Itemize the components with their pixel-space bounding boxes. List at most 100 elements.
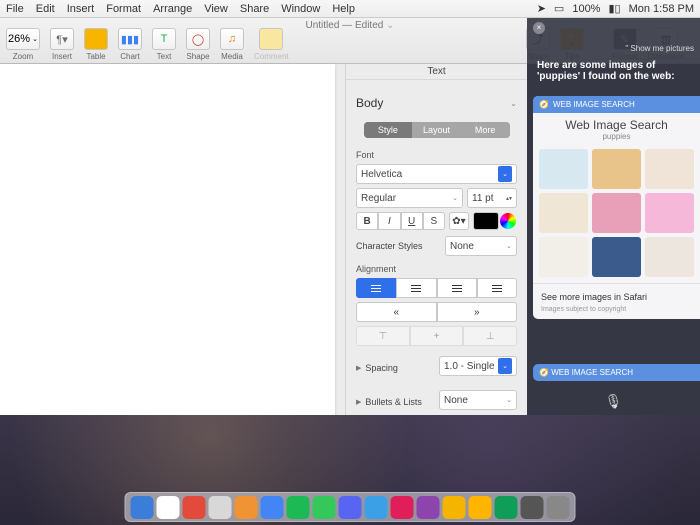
dock-item[interactable]: [183, 496, 206, 519]
tab-layout[interactable]: Layout: [412, 122, 461, 138]
thumb[interactable]: [539, 237, 588, 277]
copyright-note: Images subject to copyright: [533, 306, 700, 319]
siri-result-card-2[interactable]: 🧭 WEB IMAGE SEARCH: [533, 364, 700, 381]
strike-button[interactable]: S: [423, 212, 445, 230]
media-label: Media: [221, 52, 243, 61]
spacing-row[interactable]: ▶ Spacing 1.0 - Single⌄: [356, 356, 517, 380]
menu-help[interactable]: Help: [332, 3, 355, 15]
menu-format[interactable]: Format: [106, 3, 141, 15]
comment-button[interactable]: [259, 28, 283, 50]
dock-item[interactable]: [391, 496, 414, 519]
align-justify-button[interactable]: [477, 278, 517, 298]
siri-panel: × " Show me pictures Here are some image…: [527, 18, 700, 420]
table-label: Table: [86, 52, 105, 61]
dock-item[interactable]: [287, 496, 310, 519]
inspector-title: Text: [346, 64, 527, 80]
card-header: 🧭WEB IMAGE SEARCH: [533, 96, 700, 113]
valign-top-button[interactable]: ⊤: [356, 326, 410, 346]
spacing-select[interactable]: 1.0 - Single⌄: [439, 356, 517, 376]
dock-item[interactable]: [235, 496, 258, 519]
dock-item[interactable]: [157, 496, 180, 519]
shape-label: Shape: [186, 52, 209, 61]
dock-item[interactable]: [547, 496, 570, 519]
media-button[interactable]: ♫: [220, 28, 244, 50]
menubar-left: File Edit Insert Format Arrange View Sha…: [6, 3, 355, 15]
see-more-link[interactable]: See more images in Safari: [533, 283, 700, 306]
valign-bot-button[interactable]: ⊥: [463, 326, 517, 346]
clock[interactable]: Mon 1:58 PM: [629, 3, 694, 15]
menu-edit[interactable]: Edit: [36, 3, 55, 15]
card-subtitle: puppies: [533, 132, 700, 145]
thumb[interactable]: [645, 237, 694, 277]
insert-button[interactable]: ¶▾: [50, 28, 74, 50]
paragraph-style-select[interactable]: Body⌄: [356, 96, 517, 110]
char-styles-select[interactable]: None⌄: [445, 236, 517, 256]
thumb[interactable]: [645, 193, 694, 233]
dock-item[interactable]: [495, 496, 518, 519]
display-icon[interactable]: ▭: [554, 2, 564, 15]
menu-arrange[interactable]: Arrange: [153, 3, 192, 15]
thumb[interactable]: [645, 149, 694, 189]
menu-insert[interactable]: Insert: [67, 3, 95, 15]
dock-item[interactable]: [209, 496, 232, 519]
thumb[interactable]: [592, 149, 641, 189]
text-button[interactable]: T: [152, 28, 176, 50]
comment-label: Comment: [254, 52, 289, 61]
thumb[interactable]: [592, 237, 641, 277]
shape-button[interactable]: ◯: [186, 28, 210, 50]
italic-button[interactable]: I: [378, 212, 400, 230]
battery-icon[interactable]: ▮▯: [608, 2, 620, 15]
font-section-label: Font: [356, 150, 517, 160]
siri-result-card: 🧭WEB IMAGE SEARCH Web Image Search puppi…: [533, 96, 700, 319]
dock-item[interactable]: [313, 496, 336, 519]
mic-icon[interactable]: 🎙: [605, 393, 623, 410]
menu-window[interactable]: Window: [281, 3, 320, 15]
bullets-row[interactable]: ▶ Bullets & Lists None⌄: [356, 390, 517, 414]
indent-button[interactable]: »: [437, 302, 518, 322]
align-center-button[interactable]: [396, 278, 436, 298]
font-weight-select[interactable]: Regular⌄: [356, 188, 463, 208]
menu-share[interactable]: Share: [240, 3, 269, 15]
dock-item[interactable]: [443, 496, 466, 519]
inspector-tabs: Style Layout More: [364, 122, 510, 138]
zoom-group: 26%⌄ Zoom: [6, 28, 40, 61]
thumb[interactable]: [539, 149, 588, 189]
menu-view[interactable]: View: [204, 3, 228, 15]
zoom-label: Zoom: [13, 52, 33, 61]
outdent-button[interactable]: «: [356, 302, 437, 322]
bullets-select[interactable]: None⌄: [439, 390, 517, 410]
alignment-label: Alignment: [356, 264, 517, 274]
card-title: Web Image Search: [533, 113, 700, 132]
font-options-button[interactable]: ✿▾: [449, 212, 469, 230]
zoom-select[interactable]: 26%⌄: [6, 28, 40, 50]
color-wheel-button[interactable]: [500, 213, 516, 229]
dock-item[interactable]: [469, 496, 492, 519]
tab-style[interactable]: Style: [364, 122, 413, 138]
font-family-select[interactable]: Helvetica⌄: [356, 164, 517, 184]
tab-more[interactable]: More: [461, 122, 510, 138]
dock-item[interactable]: [131, 496, 154, 519]
location-icon[interactable]: ➤: [537, 2, 546, 15]
close-icon[interactable]: ×: [533, 22, 545, 34]
dock-item[interactable]: [261, 496, 284, 519]
text-color-button[interactable]: [473, 212, 499, 230]
thumb[interactable]: [539, 193, 588, 233]
dock-item[interactable]: [365, 496, 388, 519]
thumbnails: [533, 145, 700, 281]
dock-item[interactable]: [339, 496, 362, 519]
text-label: Text: [157, 52, 172, 61]
font-size-field[interactable]: 11 pt▴▾: [467, 188, 517, 208]
dock-item[interactable]: [521, 496, 544, 519]
table-button[interactable]: [84, 28, 108, 50]
thumb[interactable]: [592, 193, 641, 233]
disclosure-triangle-icon: ▶: [356, 364, 361, 372]
siri-intro: Here are some images of 'puppies' I foun…: [537, 60, 690, 82]
align-left-button[interactable]: [356, 278, 396, 298]
chart-button[interactable]: ▮▮▮: [118, 28, 142, 50]
bold-button[interactable]: B: [356, 212, 378, 230]
menu-file[interactable]: File: [6, 3, 24, 15]
dock-item[interactable]: [417, 496, 440, 519]
underline-button[interactable]: U: [401, 212, 423, 230]
valign-mid-button[interactable]: +: [410, 326, 464, 346]
align-right-button[interactable]: [437, 278, 477, 298]
